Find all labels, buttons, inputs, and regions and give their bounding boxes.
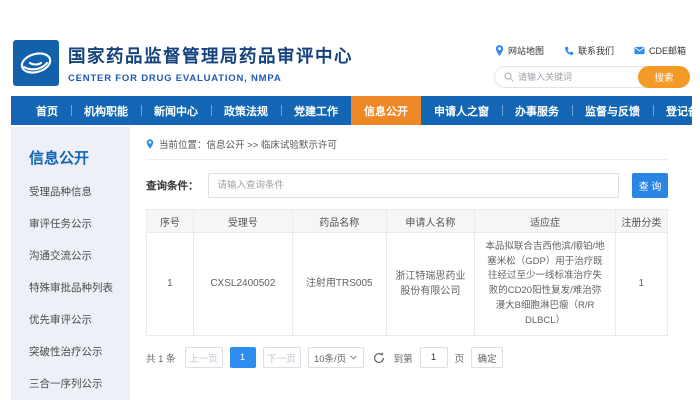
phone-icon [564,46,574,56]
query-label: 查询条件： [146,178,199,193]
col-header-acceptance-no: 受理号 [193,210,292,233]
brand-text: 国家药品监督管理局药品审评中心 CENTER FOR DRUG EVALUATI… [68,43,353,84]
sidebar-item-priority-review[interactable]: 优先审评公示 [29,312,122,327]
map-pin-icon [495,45,504,56]
goto-unit: 页 [455,351,465,365]
pagination-total: 共 1 条 [146,351,176,365]
page: 国家药品监督管理局药品审评中心 CENTER FOR DRUG EVALUATI… [11,0,692,400]
sitemap-label: 网站地图 [508,44,544,57]
site-title: 国家药品监督管理局药品审评中心 [68,43,353,68]
site-search-bar: 搜索 [494,66,690,88]
breadcrumb-text: 当前位置：信息公开 >> 临床试验默示许可 [159,137,337,151]
next-page-button[interactable]: 下一页 [263,347,301,368]
col-header-registration-class: 注册分类 [615,210,667,233]
refresh-icon[interactable] [373,352,385,364]
cell-registration-class: 1 [615,233,667,336]
nav-item-policies[interactable]: 政策法规 [211,96,281,125]
sidebar: 信息公开 受理品种信息 审评任务公示 沟通交流公示 特殊审批品种列表 优先审评公… [11,127,130,400]
page-size-select[interactable]: 10条/页 [308,347,364,368]
nav-item-registration[interactable]: 登记备案平台 [653,96,700,125]
cell-applicant: 浙江特瑞思药业股份有限公司 [386,233,475,336]
content: 信息公开 受理品种信息 审评任务公示 沟通交流公示 特殊审批品种列表 优先审评公… [11,127,692,400]
nav-item-applicant[interactable]: 申请人之窗 [421,96,502,125]
sidebar-item-breakthrough-therapy[interactable]: 突破性治疗公示 [29,344,122,359]
col-header-seq: 序号 [147,210,194,233]
nav-item-functions[interactable]: 机构职能 [71,96,141,125]
header-right: 网站地图 联系我们 CDE邮箱 搜索 [494,40,690,88]
mail-icon [634,46,645,55]
col-header-drug-name: 药品名称 [292,210,386,233]
nav-item-services[interactable]: 办事服务 [502,96,572,125]
site-search-button[interactable]: 搜索 [638,66,690,88]
site-subtitle: CENTER FOR DRUG EVALUATION, NMPA [68,73,353,84]
mailbox-label: CDE邮箱 [649,44,686,57]
nav-item-party[interactable]: 党建工作 [281,96,351,125]
query-input[interactable] [208,173,620,198]
goto-label: 到第 [394,351,413,365]
main-nav: 首页 机构职能 新闻中心 政策法规 党建工作 信息公开 申请人之窗 办事服务 监… [11,96,692,125]
brand: 国家药品监督管理局药品审评中心 CENTER FOR DRUG EVALUATI… [13,40,353,86]
sidebar-item-review-tasks[interactable]: 审评任务公示 [29,216,122,231]
query-button[interactable]: 查 询 [632,173,668,198]
nav-item-info-disclosure[interactable]: 信息公开 [351,96,421,125]
col-header-applicant: 申请人名称 [386,210,475,233]
contact-label: 联系我们 [578,44,614,57]
table-row: 1 CXSL2400502 注射用TRS005 浙江特瑞思药业股份有限公司 本品… [147,233,668,336]
sidebar-item-accepted-varieties[interactable]: 受理品种信息 [29,184,122,199]
table-header-row: 序号 受理号 药品名称 申请人名称 适应症 注册分类 [147,210,668,233]
cde-logo-icon [13,40,59,86]
mailbox-link[interactable]: CDE邮箱 [634,44,686,57]
quick-links: 网站地图 联系我们 CDE邮箱 [495,44,686,57]
sitemap-link[interactable]: 网站地图 [495,44,544,57]
cell-seq: 1 [147,233,194,336]
page-size-value: 10条/页 [314,351,346,365]
main-panel: 当前位置：信息公开 >> 临床试验默示许可 查询条件： 查 询 序号 受理号 药… [130,127,692,388]
goto-page-input[interactable] [420,347,448,368]
cell-acceptance-no: CXSL2400502 [193,233,292,336]
site-header: 国家药品监督管理局药品审评中心 CENTER FOR DRUG EVALUATI… [11,0,692,96]
nav-item-home[interactable]: 首页 [23,96,71,125]
goto-confirm-button[interactable]: 确定 [471,347,503,368]
chevron-down-icon [350,355,357,360]
sidebar-item-communication[interactable]: 沟通交流公示 [29,248,122,263]
sidebar-item-three-in-one[interactable]: 三合一序列公示 [29,376,122,391]
nav-item-supervision[interactable]: 监督与反馈 [572,96,653,125]
page-number-button[interactable]: 1 [230,347,256,368]
sidebar-item-special-approval[interactable]: 特殊审批品种列表 [29,280,122,295]
search-icon [504,72,514,82]
query-form: 查询条件： 查 询 [146,173,668,198]
cell-indication: 本品拟联合吉西他滨/顺铂/地塞米松（GDP）用于治疗既往经过至少一线标准治疗失败… [475,233,616,336]
col-header-indication: 适应症 [475,210,616,233]
sidebar-title: 信息公开 [29,147,122,168]
nav-item-news[interactable]: 新闻中心 [141,96,211,125]
location-pin-icon [146,139,154,149]
breadcrumb: 当前位置：信息公开 >> 临床试验默示许可 [146,137,668,160]
contact-link[interactable]: 联系我们 [564,44,614,57]
site-search-input[interactable] [518,72,630,82]
pagination: 共 1 条 上一页 1 下一页 10条/页 到第 页 确定 [146,347,668,388]
cell-drug-name: 注射用TRS005 [292,233,386,336]
prev-page-button[interactable]: 上一页 [185,347,223,368]
results-table: 序号 受理号 药品名称 申请人名称 适应症 注册分类 1 CXSL2400502… [146,209,668,336]
